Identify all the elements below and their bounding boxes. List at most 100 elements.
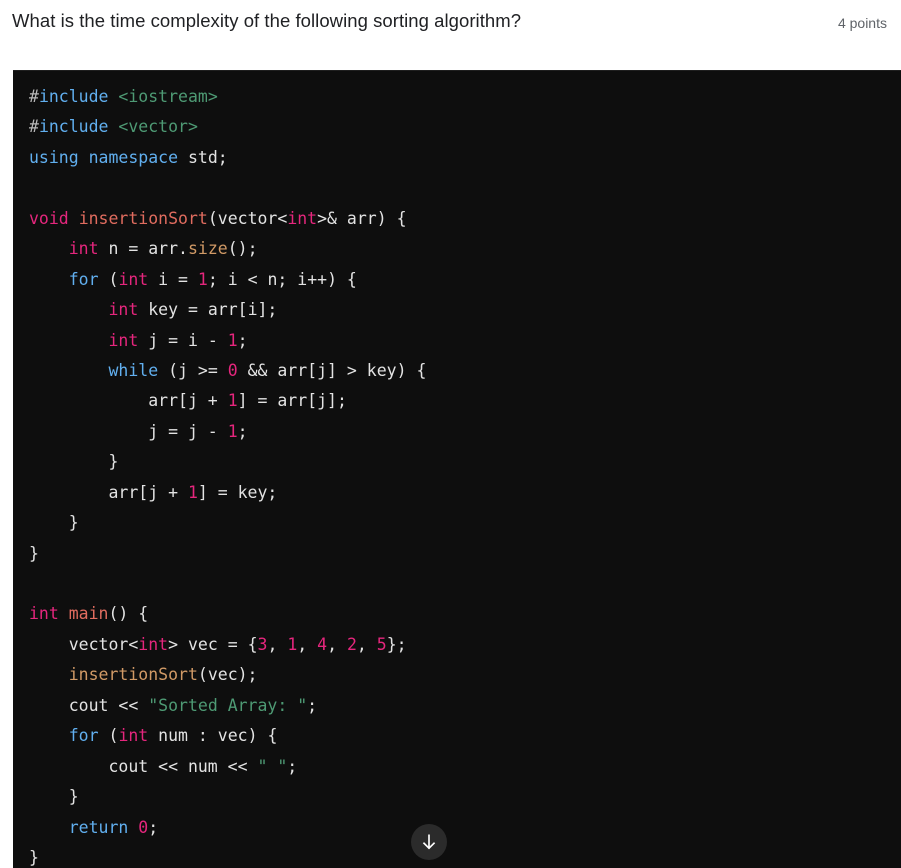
code-token: 1	[187, 482, 198, 502]
code-line: return 0;	[29, 813, 901, 843]
code-token: main	[68, 604, 109, 624]
question-header: What is the time complexity of the follo…	[0, 0, 901, 70]
code-token: (vector<	[207, 208, 288, 228]
code-token: ();	[227, 239, 258, 259]
code-token: i =	[148, 269, 198, 289]
code-token: ;	[237, 330, 248, 350]
code-token: insertionSort	[68, 665, 198, 685]
code-token: (vec);	[197, 665, 258, 685]
code-token: insertionSort	[78, 208, 208, 228]
code-token: arr[j +	[29, 482, 188, 502]
code-token: && arr[j] > key) {	[237, 360, 427, 380]
code-token: n = arr.	[98, 239, 188, 259]
code-token: for	[68, 726, 99, 746]
code-token: include	[38, 87, 109, 106]
code-token: ,	[297, 634, 318, 654]
code-line: int j = i - 1;	[29, 326, 901, 356]
code-token: 0	[227, 360, 238, 380]
code-token: int	[108, 330, 139, 350]
code-token: j = j -	[29, 421, 228, 441]
code-token: 1	[197, 269, 208, 289]
code-token: <vector>	[118, 117, 198, 137]
code-token: num : vec) {	[148, 726, 278, 746]
scroll-down-button[interactable]	[411, 824, 447, 860]
code-line: }	[29, 782, 901, 812]
code-token: 2	[346, 634, 357, 654]
code-token: >& arr) {	[317, 208, 407, 228]
code-token: }	[29, 543, 39, 563]
code-token: int	[287, 208, 318, 228]
code-line: insertionSort(vec);	[29, 660, 901, 690]
code-token: }	[29, 513, 79, 533]
code-token: for	[68, 269, 99, 289]
code-line: void insertionSort(vector<int>& arr) {	[29, 204, 901, 234]
code-token: j = i -	[138, 330, 228, 350]
code-token: (j >=	[158, 360, 228, 380]
code-token: arr[j +	[29, 391, 228, 411]
code-token: int	[118, 269, 149, 289]
code-token: > vec = {	[168, 634, 258, 654]
code-scroll-area[interactable]: #include <iostream> #include <vector> usin…	[13, 71, 901, 868]
code-token: ;	[287, 756, 298, 776]
code-token: (	[98, 726, 119, 746]
code-token: ,	[267, 634, 288, 654]
code-line: }	[29, 539, 901, 569]
code-line: int n = arr.size();	[29, 234, 901, 264]
code-token: 1	[227, 391, 238, 411]
code-token: include	[38, 117, 109, 137]
arrow-down-icon	[419, 832, 439, 852]
code-token: ;	[148, 817, 159, 837]
code-token: 3	[257, 634, 268, 654]
code-line: int key = arr[i];	[29, 295, 901, 325]
code-token: <iostream>	[118, 87, 218, 106]
code-token: ] = arr[j];	[237, 391, 347, 411]
code-token: 1	[287, 634, 298, 654]
code-token: (	[98, 269, 119, 289]
code-line: cout << "Sorted Array: ";	[29, 691, 901, 721]
code-line: #include <iostream>	[29, 82, 901, 112]
code-token: int	[118, 726, 149, 746]
code-token: 5	[376, 634, 387, 654]
code-token: 1	[227, 421, 238, 441]
code-token: 4	[317, 634, 328, 654]
code-token: ] = key;	[197, 482, 278, 502]
code-line: while (j >= 0 && arr[j] > key) {	[29, 356, 901, 386]
code-token: }	[29, 787, 79, 807]
code-token: using namespace	[29, 147, 179, 167]
code-block[interactable]: #include <iostream> #include <vector> usin…	[13, 70, 901, 868]
code-token: " "	[257, 756, 288, 776]
code-line: cout << num << " ";	[29, 752, 901, 782]
code-line: arr[j + 1] = key;	[29, 478, 901, 508]
code-token: ; i < n; i++) {	[207, 269, 357, 289]
code-line: }	[29, 508, 901, 538]
code-token: ;	[237, 421, 248, 441]
code-token: std;	[178, 147, 228, 167]
code-token: while	[108, 360, 159, 380]
code-line: vector<int> vec = {3, 1, 4, 2, 5};	[29, 630, 901, 660]
code-token: void	[29, 208, 69, 228]
code-token: vector<	[29, 634, 139, 654]
code-line: for (int num : vec) {	[29, 721, 901, 751]
code-token: int	[68, 239, 99, 259]
code-token: }	[29, 452, 119, 472]
code-token: int	[29, 604, 59, 624]
code-token: #	[29, 87, 39, 106]
code-token: size	[187, 239, 228, 259]
code-token: ,	[356, 634, 377, 654]
code-line: int main() {	[29, 599, 901, 629]
